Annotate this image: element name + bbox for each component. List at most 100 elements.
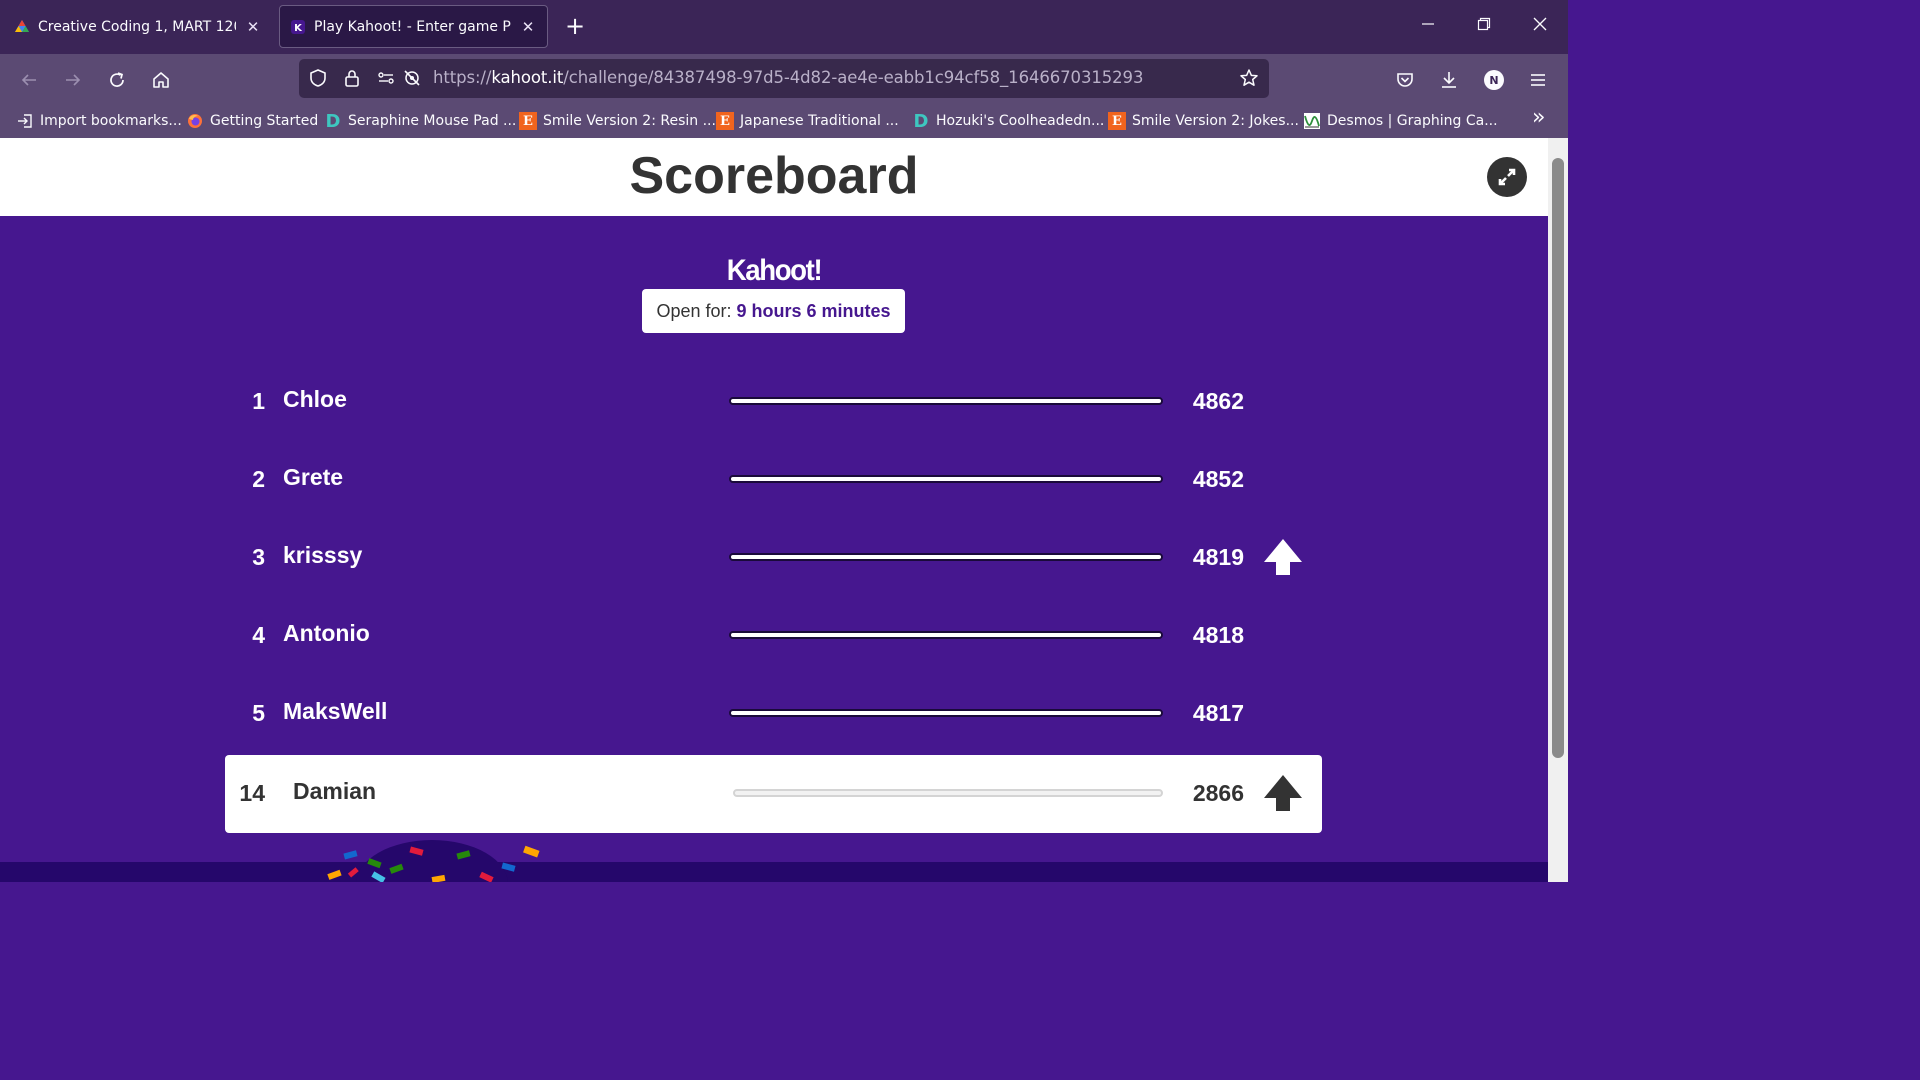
lock-icon[interactable] [341, 67, 363, 89]
bookmark-label: Japanese Traditional ... [740, 113, 899, 129]
download-icon [1442, 72, 1456, 88]
dee-favicon-icon: D [325, 110, 341, 132]
confetti-podium-decoration [327, 840, 540, 882]
tab-creative-coding[interactable]: Creative Coding 1, MART 120 | I ✕ [4, 5, 272, 48]
player-score: 4819 [1192, 544, 1244, 570]
fullscreen-icon [1498, 168, 1516, 186]
account-button[interactable]: N [1478, 64, 1510, 96]
menu-button[interactable] [1522, 64, 1554, 96]
kahoot-page: Scoreboard Kahoot! Open for: 9 hours 6 m… [0, 138, 1548, 882]
downloads-button[interactable] [1433, 64, 1465, 96]
bookmark-japanese-traditional[interactable]: E Japanese Traditional ... [716, 110, 899, 132]
bookmarks-overflow-button[interactable]: » [1532, 105, 1545, 130]
player-name: Antonio [283, 620, 370, 646]
reload-icon [110, 72, 124, 87]
account-initial: N [1489, 73, 1499, 87]
kahoot-favicon-icon: K [291, 19, 305, 34]
player-score: 4852 [1192, 466, 1244, 492]
bookmark-import[interactable]: Import bookmarks... [16, 110, 182, 132]
my-score-bar [733, 789, 1163, 797]
etsy-favicon-icon: E [519, 112, 537, 130]
open-for-label: Open for: [656, 300, 732, 321]
tab-close-icon[interactable]: ✕ [244, 18, 262, 36]
player-rank: 4 [252, 622, 265, 648]
camera-blocked-icon[interactable] [401, 67, 423, 89]
bookmark-label: Smile Version 2: Resin ... [543, 113, 716, 129]
bookmarks-toolbar: Import bookmarks... Getting Started D Se… [0, 104, 1568, 138]
scoreboard-row: 5 MaksWell 4817 [225, 675, 1322, 753]
footer-band [0, 862, 1548, 882]
bookmark-getting-started[interactable]: Getting Started [186, 110, 318, 132]
pocket-button[interactable] [1389, 64, 1421, 96]
tab-bar: Creative Coding 1, MART 120 | I ✕ K Play… [0, 0, 1568, 54]
score-bar [729, 553, 1163, 561]
my-score: 2866 [1192, 780, 1244, 806]
minimize-icon [1422, 23, 1434, 25]
score-bar [729, 475, 1163, 483]
tab-title: Creative Coding 1, MART 120 | I [38, 18, 236, 35]
back-arrow-icon [21, 74, 36, 86]
back-button[interactable] [13, 64, 45, 96]
scrollbar-thumb[interactable] [1552, 158, 1564, 758]
restore-button[interactable] [1464, 10, 1504, 42]
url-bar[interactable]: https://kahoot.it/challenge/84387498-97d… [299, 59, 1269, 98]
navigation-toolbar: https://kahoot.it/challenge/84387498-97d… [0, 54, 1568, 104]
page-scrollbar[interactable] [1548, 138, 1568, 882]
bookmark-hozuki[interactable]: D Hozuki's Coolheadedn... [912, 110, 1105, 132]
etsy-favicon-icon: E [716, 112, 734, 130]
forward-arrow-icon [66, 74, 81, 86]
player-score: 4862 [1192, 388, 1244, 414]
bookmark-smile-resin[interactable]: E Smile Version 2: Resin ... [519, 110, 716, 132]
bookmark-label: Seraphine Mouse Pad ... [348, 113, 517, 129]
home-icon [153, 72, 169, 88]
score-bar [729, 631, 1163, 639]
url-path: /challenge/84387498-97d5-4d82-ae4e-eabb1… [563, 68, 1144, 87]
scoreboard-row: 3 krisssy 4819 [225, 519, 1322, 597]
dee-favicon-icon: D [913, 110, 929, 132]
tracking-shield-icon[interactable] [307, 67, 329, 89]
fullscreen-button[interactable] [1487, 157, 1527, 197]
score-bar [729, 709, 1163, 717]
firefox-icon [186, 112, 204, 130]
close-window-button[interactable] [1520, 10, 1560, 42]
new-tab-button[interactable]: + [560, 11, 590, 41]
rank-up-arrow-icon [1264, 775, 1302, 811]
permissions-icon[interactable] [375, 67, 397, 89]
desmos-icon [1303, 112, 1321, 130]
import-icon [16, 112, 34, 130]
chrome-favicon-icon [15, 19, 29, 32]
player-rank: 1 [252, 388, 265, 414]
player-rank: 3 [252, 544, 265, 570]
tab-close-icon[interactable]: ✕ [519, 18, 537, 36]
account-avatar: N [1484, 70, 1504, 90]
bookmark-smile-jokes[interactable]: E Smile Version 2: Jokes... [1108, 110, 1299, 132]
my-name: Damian [293, 778, 377, 804]
bookmark-desmos[interactable]: Desmos | Graphing Ca... [1303, 110, 1498, 132]
bookmark-label: Hozuki's Coolheadedn... [936, 113, 1105, 129]
rank-up-arrow-icon [1264, 539, 1302, 575]
tab-kahoot[interactable]: K Play Kahoot! - Enter game PIN ✕ [279, 5, 548, 48]
home-button[interactable] [145, 64, 177, 96]
player-name: MaksWell [283, 698, 388, 724]
open-for-badge: Open for: 9 hours 6 minutes [642, 289, 905, 333]
scoreboard-row: 4 Antonio 4818 [225, 597, 1322, 675]
etsy-favicon-icon: E [1108, 112, 1126, 130]
scoreboard-row: 2 Grete 4852 [225, 441, 1322, 519]
player-name: Chloe [283, 386, 347, 412]
reload-button[interactable] [101, 64, 133, 96]
url-text: https://kahoot.it/challenge/84387498-97d… [433, 68, 1143, 87]
player-rank: 2 [252, 466, 265, 492]
minimize-button[interactable] [1408, 10, 1448, 42]
scoreboard-row: 1 Chloe 4862 [225, 363, 1322, 441]
bookmark-star-icon[interactable] [1238, 67, 1260, 89]
my-rank: 14 [239, 780, 265, 806]
bookmark-label: Smile Version 2: Jokes... [1132, 113, 1299, 129]
my-score-row: 14 Damian 2866 [225, 755, 1322, 833]
bookmark-seraphine[interactable]: D Seraphine Mouse Pad ... [324, 110, 517, 132]
hamburger-menu-icon [1531, 74, 1545, 86]
open-for-value: 9 hours 6 minutes [736, 300, 891, 321]
player-name: krisssy [283, 542, 363, 568]
url-scheme: https:// [433, 68, 492, 87]
bookmark-label: Import bookmarks... [40, 113, 182, 129]
forward-button[interactable] [57, 64, 89, 96]
